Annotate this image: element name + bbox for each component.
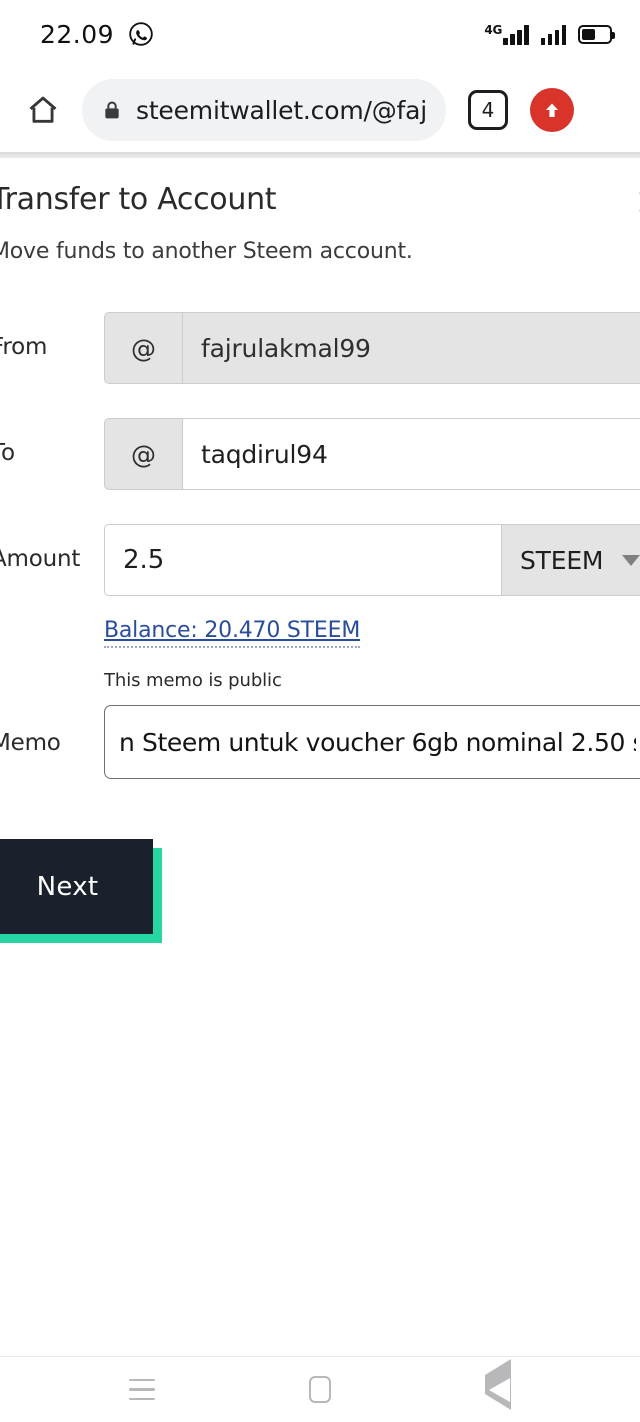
currency-select-value: STEEM: [520, 545, 604, 575]
memo-public-note: This memo is public: [104, 670, 282, 691]
to-input-group: @: [104, 418, 640, 490]
status-bar-left: 22.09: [40, 20, 154, 49]
from-label: From: [0, 334, 48, 360]
at-symbol-icon: @: [104, 312, 182, 384]
from-input-group: @: [104, 312, 640, 384]
memo-input[interactable]: [104, 705, 640, 779]
status-bar: 22.09 4G: [0, 0, 640, 68]
lock-icon: [102, 98, 122, 122]
balance-link[interactable]: Balance: 20.470 STEEM: [104, 618, 360, 648]
whatsapp-icon: [128, 21, 154, 47]
arrow-up-icon[interactable]: [530, 88, 574, 132]
to-label: To: [0, 440, 15, 466]
amount-row: Amount STEEM Balance: 20.470 STEEM: [0, 524, 640, 648]
amount-input[interactable]: [104, 524, 502, 596]
memo-row: Memo This memo is public: [0, 670, 640, 779]
signal-bars-icon: 4G: [484, 23, 529, 45]
network-type-label: 4G: [484, 23, 502, 37]
browser-toolbar: steemitwallet.com/@fajrulal 4: [0, 68, 640, 152]
back-triangle-icon[interactable]: [472, 1358, 524, 1416]
status-bar-right: 4G: [484, 23, 615, 45]
transfer-form: From @ To @: [0, 312, 640, 943]
address-bar[interactable]: steemitwallet.com/@fajrulal: [82, 79, 446, 141]
page-title: Transfer to Account: [0, 182, 277, 217]
memo-label: Memo: [0, 730, 61, 756]
url-text: steemitwallet.com/@fajrulal: [136, 95, 426, 125]
amount-input-group: STEEM: [104, 524, 640, 596]
android-nav-bar: [0, 1356, 640, 1422]
home-square-icon[interactable]: [294, 1364, 346, 1416]
from-row: From @: [0, 312, 640, 384]
submit-button-wrap: Next: [0, 839, 162, 943]
recents-icon[interactable]: [116, 1364, 168, 1416]
chevron-down-icon: [622, 554, 640, 566]
mobile-screen: 22.09 4G steemitwallet.com/@faj 4 Transf…: [0, 0, 640, 1422]
close-icon[interactable]: [628, 180, 640, 224]
tab-count-label: 4: [481, 98, 495, 122]
battery-icon: [578, 24, 615, 44]
at-symbol-icon-2: @: [104, 418, 182, 490]
next-button[interactable]: Next: [0, 839, 153, 934]
from-account-input: [182, 312, 640, 384]
to-account-input[interactable]: [182, 418, 640, 490]
modal-header: Transfer to Account Move funds to anothe…: [0, 158, 640, 264]
to-row: To @: [0, 418, 640, 490]
signal-bars-icon-2: [540, 23, 566, 45]
clock: 22.09: [40, 19, 115, 49]
webpage-content: Transfer to Account Move funds to anothe…: [0, 158, 640, 1356]
tab-counter-button[interactable]: 4: [468, 90, 508, 130]
currency-select[interactable]: STEEM: [502, 524, 640, 596]
home-icon[interactable]: [22, 89, 64, 131]
page-subtitle: Move funds to another Steem account.: [0, 239, 413, 264]
amount-label: Amount: [0, 546, 81, 572]
